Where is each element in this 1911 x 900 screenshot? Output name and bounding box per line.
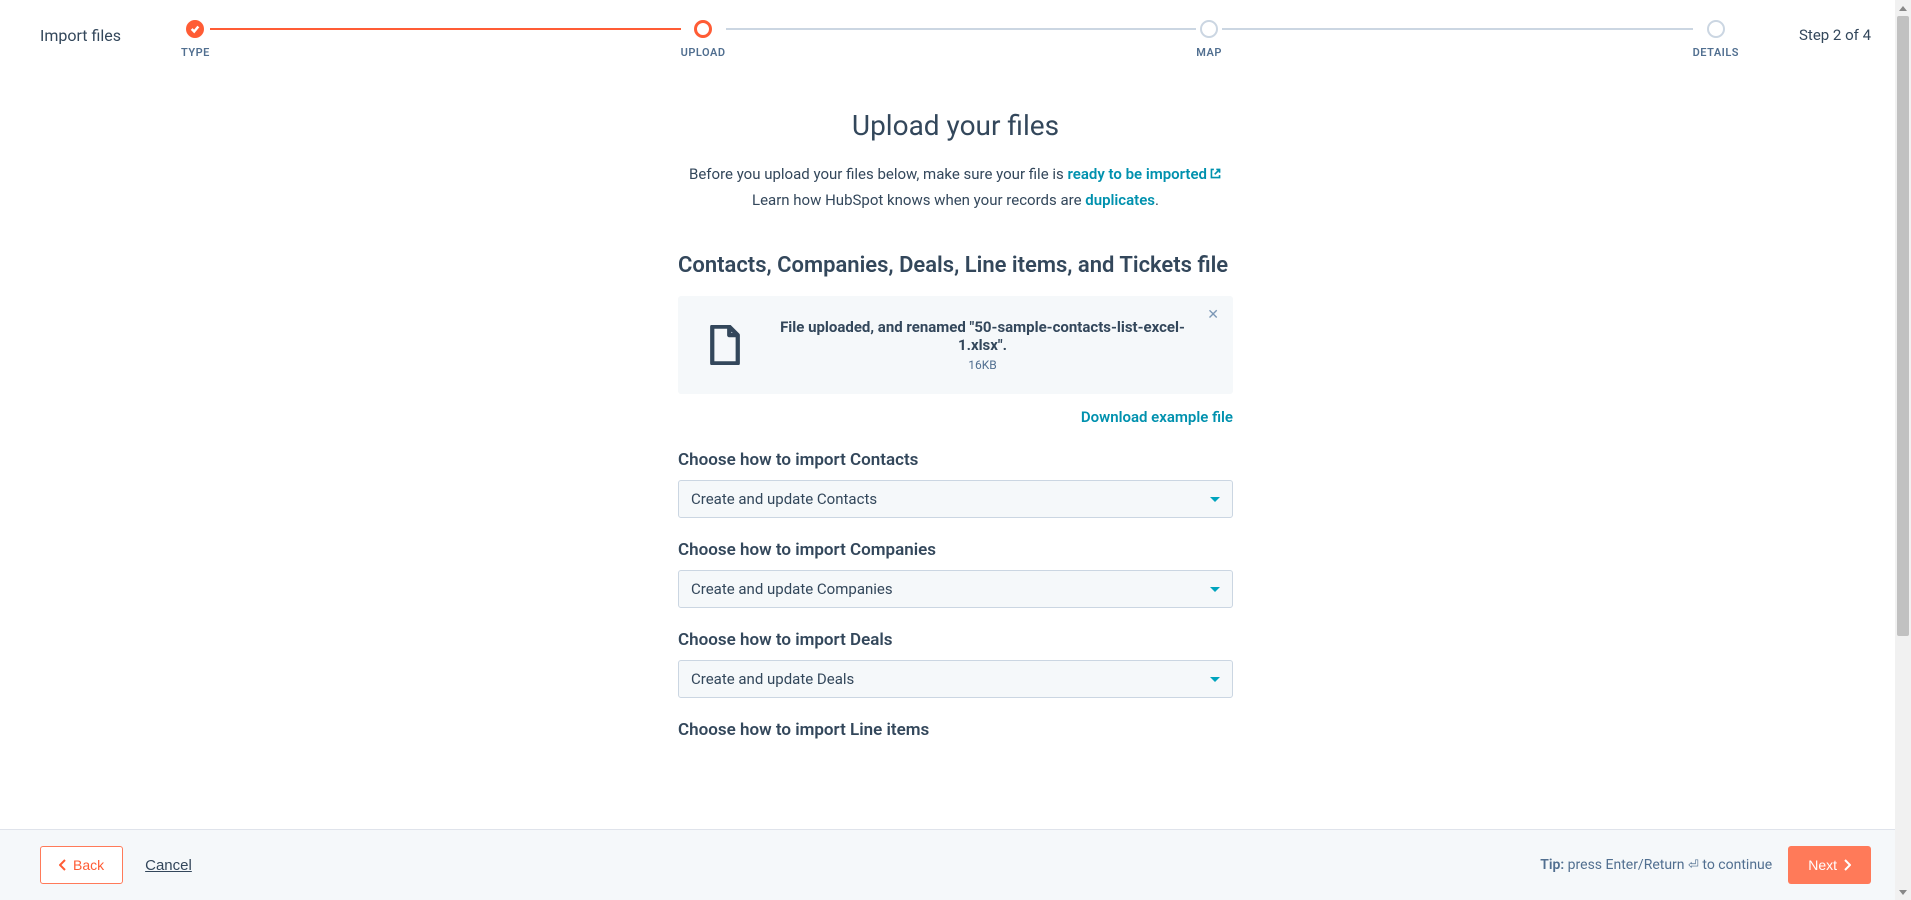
back-button-label: Back [73, 857, 104, 873]
chevron-left-icon [59, 859, 67, 871]
file-size: 16KB [762, 358, 1203, 372]
cancel-button[interactable]: Cancel [145, 857, 192, 874]
scrollbar-thumb[interactable] [1897, 16, 1909, 636]
remove-file-button[interactable]: ✕ [1207, 306, 1219, 323]
chevron-down-icon [1210, 587, 1220, 592]
lineitems-import-label: Choose how to import Line items [678, 720, 1233, 740]
next-button[interactable]: Next [1788, 846, 1871, 884]
check-icon [190, 24, 200, 34]
scrollbar[interactable] [1895, 0, 1911, 900]
footer-bar: Back Cancel Tip: press Enter/Return ⏎ to… [0, 829, 1911, 900]
back-button[interactable]: Back [40, 846, 123, 884]
footer-tip: Tip: press Enter/Return ⏎ to continue [1540, 857, 1772, 873]
contacts-select-value: Create and update Contacts [691, 490, 877, 508]
intro-text: Before you upload your files below, make… [678, 162, 1233, 213]
progress-stepper: TYPE UPLOAD MAP DETAILS [181, 20, 1739, 59]
step-details-circle [1707, 20, 1725, 38]
companies-select-value: Create and update Companies [691, 580, 893, 598]
intro-line2: Learn how HubSpot knows when your record… [752, 191, 1085, 209]
intro-before: Before you upload your files below, make… [689, 165, 1068, 183]
progress-line-2 [726, 28, 1197, 30]
page-heading: Upload your files [678, 109, 1233, 142]
step-map-label: MAP [1196, 46, 1222, 59]
scroll-up-arrow[interactable] [1898, 3, 1908, 13]
file-status-text: File uploaded, and renamed "50-sample-co… [762, 318, 1203, 354]
return-icon: ⏎ [1688, 858, 1699, 873]
section-heading: Contacts, Companies, Deals, Line items, … [678, 253, 1233, 278]
companies-import-select[interactable]: Create and update Companies [678, 570, 1233, 608]
step-upload-label: UPLOAD [681, 46, 726, 59]
duplicates-link[interactable]: duplicates [1085, 191, 1155, 209]
ready-to-import-link[interactable]: ready to be imported [1068, 165, 1223, 183]
progress-line-1 [210, 28, 681, 30]
page-breadcrumb: Import files [40, 26, 121, 45]
close-icon: ✕ [1207, 306, 1219, 322]
next-button-label: Next [1808, 857, 1837, 873]
step-type-label: TYPE [181, 46, 210, 59]
deals-import-label: Choose how to import Deals [678, 630, 1233, 650]
step-type-circle [186, 20, 204, 38]
scroll-down-arrow[interactable] [1898, 887, 1908, 897]
chevron-down-icon [1210, 677, 1220, 682]
file-icon [708, 325, 742, 365]
tip-label: Tip: [1540, 857, 1564, 873]
external-link-icon [1209, 167, 1222, 180]
contacts-import-select[interactable]: Create and update Contacts [678, 480, 1233, 518]
chevron-right-icon [1843, 859, 1851, 871]
deals-select-value: Create and update Deals [691, 670, 854, 688]
step-counter: Step 2 of 4 [1799, 26, 1871, 44]
step-details-label: DETAILS [1693, 46, 1739, 59]
progress-line-3 [1222, 28, 1693, 30]
step-upload-circle [694, 20, 712, 38]
uploaded-file-card: File uploaded, and renamed "50-sample-co… [678, 296, 1233, 394]
chevron-down-icon [1210, 497, 1220, 502]
download-example-link[interactable]: Download example file [678, 408, 1233, 426]
deals-import-select[interactable]: Create and update Deals [678, 660, 1233, 698]
contacts-import-label: Choose how to import Contacts [678, 450, 1233, 470]
companies-import-label: Choose how to import Companies [678, 540, 1233, 560]
step-map-circle [1200, 20, 1218, 38]
